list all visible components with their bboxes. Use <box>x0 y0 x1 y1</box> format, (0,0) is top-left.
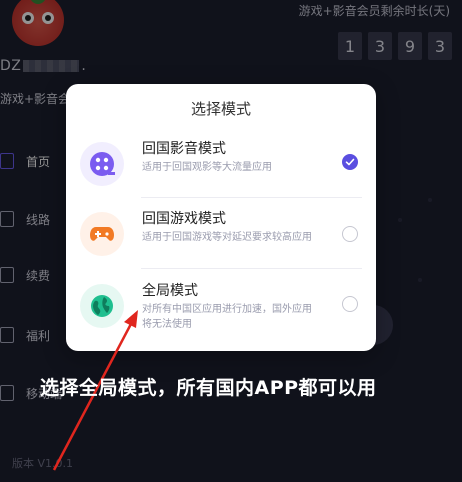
radio-unselected[interactable] <box>342 296 358 312</box>
option-title: 全局模式 <box>142 283 198 299</box>
gamepad-icon <box>80 212 124 256</box>
option-game-mode[interactable]: 回国游戏模式 适用于回国游戏等对延迟要求较高应用 <box>80 208 360 266</box>
mode-select-dialog: 选择模式 回国影音模式 适用于回国观影等大流量应用 回国游戏模式 适用于回国游戏… <box>66 84 376 351</box>
film-reel-icon <box>80 142 124 186</box>
globe-icon <box>80 284 124 328</box>
option-video-mode[interactable]: 回国影音模式 适用于回国观影等大流量应用 <box>80 138 360 196</box>
divider <box>141 268 362 269</box>
option-title: 回国游戏模式 <box>142 211 226 227</box>
dialog-title: 选择模式 <box>190 100 251 118</box>
annotation-caption: 选择全局模式，所有国内APP都可以用 <box>40 377 377 399</box>
divider <box>141 197 362 198</box>
option-description: 适用于回国观影等大流量应用 <box>142 162 272 173</box>
radio-unselected[interactable] <box>342 226 358 242</box>
option-description: 对所有中国区应用进行加速，国外应用将无法使用 <box>142 304 312 330</box>
option-title: 回国影音模式 <box>142 141 226 157</box>
option-description: 适用于回国游戏等对延迟要求较高应用 <box>142 232 312 243</box>
radio-selected[interactable] <box>342 154 358 170</box>
checkmark-icon <box>345 158 355 166</box>
option-global-mode[interactable]: 全局模式 对所有中国区应用进行加速，国外应用将无法使用 <box>80 280 360 338</box>
